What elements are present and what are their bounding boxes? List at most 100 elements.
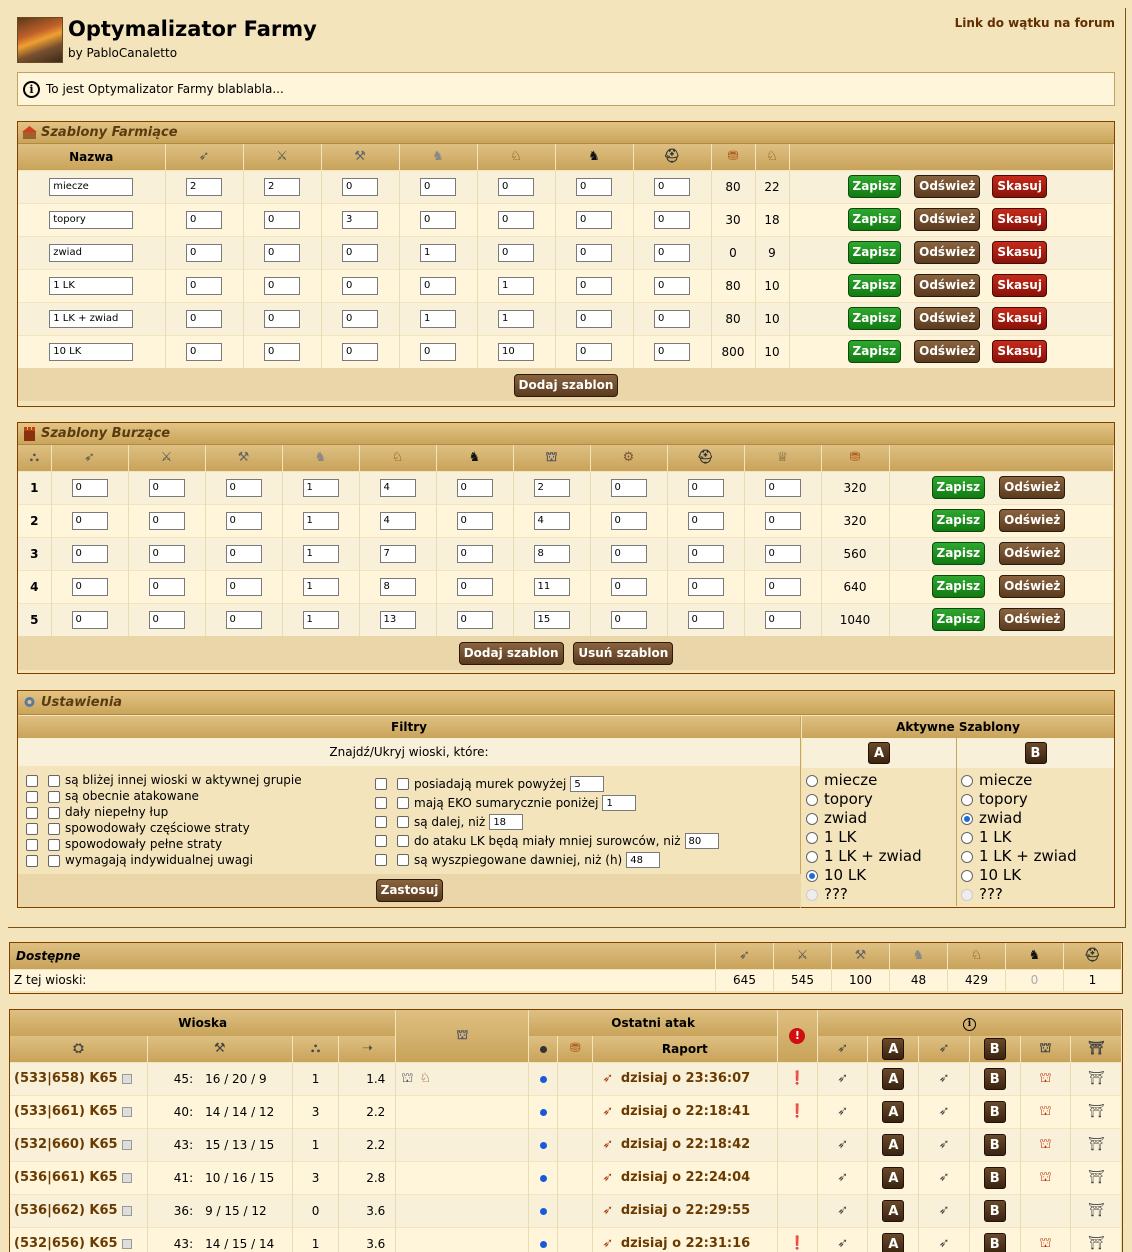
- unit-count-input[interactable]: [533, 511, 570, 530]
- send-b-button[interactable]: B: [983, 1133, 1006, 1156]
- village-link[interactable]: (533|658) K65: [14, 1071, 118, 1086]
- unit-count-input[interactable]: [764, 610, 801, 629]
- apply-filters-button[interactable]: Zastosuj: [375, 879, 444, 902]
- unit-count-input[interactable]: [420, 309, 456, 328]
- template-radio[interactable]: [806, 888, 818, 901]
- unit-count-input[interactable]: [225, 577, 262, 596]
- unit-count-input[interactable]: [148, 544, 185, 563]
- delete-button[interactable]: Skasuj: [992, 274, 1047, 297]
- filter-value-input[interactable]: [570, 776, 605, 792]
- unit-count-input[interactable]: [498, 177, 534, 196]
- unit-count-input[interactable]: [764, 511, 801, 530]
- unit-count-input[interactable]: [264, 342, 300, 361]
- unit-count-input[interactable]: [456, 577, 493, 596]
- refresh-button[interactable]: Odśwież: [914, 241, 981, 264]
- report-link[interactable]: dzisiaj o 22:31:16: [621, 1236, 750, 1251]
- find-checkbox[interactable]: [48, 806, 60, 819]
- village-link[interactable]: (533|661) K65: [14, 1104, 118, 1119]
- unit-count-input[interactable]: [420, 243, 456, 262]
- report-link[interactable]: dzisiaj o 23:36:07: [621, 1071, 750, 1086]
- unit-count-input[interactable]: [264, 309, 300, 328]
- unit-count-input[interactable]: [71, 511, 108, 530]
- unit-count-input[interactable]: [264, 177, 300, 196]
- template-radio[interactable]: [806, 831, 818, 844]
- find-checkbox[interactable]: [48, 822, 60, 835]
- unit-count-input[interactable]: [654, 243, 690, 262]
- unit-count-input[interactable]: [148, 577, 185, 596]
- wall-button[interactable]: ⛩: [1087, 1137, 1105, 1153]
- unit-count-input[interactable]: [687, 610, 724, 629]
- delete-button[interactable]: Skasuj: [992, 340, 1047, 364]
- unit-count-input[interactable]: [71, 577, 108, 596]
- forum-link[interactable]: Link do wątku na forum: [955, 16, 1115, 30]
- template-name-input[interactable]: [49, 243, 134, 262]
- report-link[interactable]: dzisiaj o 22:18:42: [621, 1137, 750, 1152]
- refresh-button[interactable]: Odśwież: [999, 575, 1066, 598]
- unit-count-input[interactable]: [498, 276, 534, 295]
- save-button[interactable]: Zapisz: [931, 542, 986, 565]
- find-checkbox[interactable]: [397, 816, 409, 828]
- unit-count-input[interactable]: [342, 243, 378, 262]
- delete-button[interactable]: Skasuj: [992, 208, 1047, 231]
- unit-count-input[interactable]: [533, 478, 570, 497]
- filter-value-input[interactable]: [684, 833, 719, 849]
- template-radio[interactable]: [806, 793, 818, 806]
- save-button[interactable]: Zapisz: [931, 509, 986, 532]
- unit-count-input[interactable]: [225, 610, 262, 629]
- hide-checkbox[interactable]: [26, 854, 38, 867]
- hide-checkbox[interactable]: [26, 790, 38, 803]
- unit-count-input[interactable]: [687, 577, 724, 596]
- refresh-button[interactable]: Odśwież: [999, 509, 1066, 532]
- find-checkbox[interactable]: [397, 797, 409, 809]
- unit-count-input[interactable]: [342, 177, 378, 196]
- send-demolish-button[interactable]: ⛫: [1036, 1071, 1054, 1087]
- send-farm-b-button[interactable]: ➶: [935, 1137, 953, 1153]
- send-a-button[interactable]: A: [882, 1232, 905, 1252]
- hide-checkbox[interactable]: [375, 816, 387, 828]
- unit-count-input[interactable]: [610, 478, 647, 497]
- village-info-icon[interactable]: [121, 1238, 132, 1249]
- unit-count-input[interactable]: [687, 511, 724, 530]
- unit-count-input[interactable]: [533, 577, 570, 596]
- village-info-icon[interactable]: [121, 1205, 132, 1216]
- send-demolish-button[interactable]: ⛫: [1036, 1104, 1054, 1120]
- add-demolish-template-button[interactable]: Dodaj szablon: [458, 642, 564, 665]
- template-name-input[interactable]: [49, 342, 134, 361]
- template-name-input[interactable]: [49, 210, 134, 229]
- unit-count-input[interactable]: [225, 544, 262, 563]
- unit-count-input[interactable]: [302, 544, 339, 563]
- send-a-button[interactable]: A: [882, 1133, 905, 1156]
- delete-button[interactable]: Skasuj: [992, 241, 1047, 264]
- unit-count-input[interactable]: [576, 276, 612, 295]
- refresh-button[interactable]: Odśwież: [999, 608, 1066, 632]
- unit-count-input[interactable]: [342, 309, 378, 328]
- unit-count-input[interactable]: [498, 210, 534, 229]
- unit-count-input[interactable]: [379, 478, 416, 497]
- village-info-icon[interactable]: [121, 1172, 132, 1183]
- unit-count-input[interactable]: [576, 210, 612, 229]
- refresh-button[interactable]: Odśwież: [914, 274, 981, 297]
- report-link[interactable]: dzisiaj o 22:24:04: [621, 1170, 750, 1185]
- unit-count-input[interactable]: [687, 478, 724, 497]
- find-checkbox[interactable]: [48, 838, 60, 851]
- find-checkbox[interactable]: [48, 790, 60, 803]
- hide-checkbox[interactable]: [375, 835, 387, 847]
- save-button[interactable]: Zapisz: [931, 608, 986, 632]
- unit-count-input[interactable]: [764, 577, 801, 596]
- wall-button[interactable]: ⛩: [1087, 1104, 1105, 1120]
- unit-count-input[interactable]: [420, 177, 456, 196]
- wall-button[interactable]: ⛩: [1087, 1203, 1105, 1219]
- template-name-input[interactable]: [49, 276, 134, 295]
- filter-value-input[interactable]: [489, 814, 524, 830]
- unit-count-input[interactable]: [71, 478, 108, 497]
- unit-count-input[interactable]: [148, 511, 185, 530]
- delete-button[interactable]: Skasuj: [992, 175, 1047, 198]
- save-button[interactable]: Zapisz: [847, 241, 902, 264]
- unit-count-input[interactable]: [654, 309, 690, 328]
- hide-checkbox[interactable]: [26, 838, 38, 851]
- template-radio[interactable]: [961, 869, 973, 882]
- filter-value-input[interactable]: [626, 852, 661, 868]
- filter-value-input[interactable]: [602, 795, 637, 811]
- unit-count-input[interactable]: [186, 177, 222, 196]
- unit-count-input[interactable]: [379, 577, 416, 596]
